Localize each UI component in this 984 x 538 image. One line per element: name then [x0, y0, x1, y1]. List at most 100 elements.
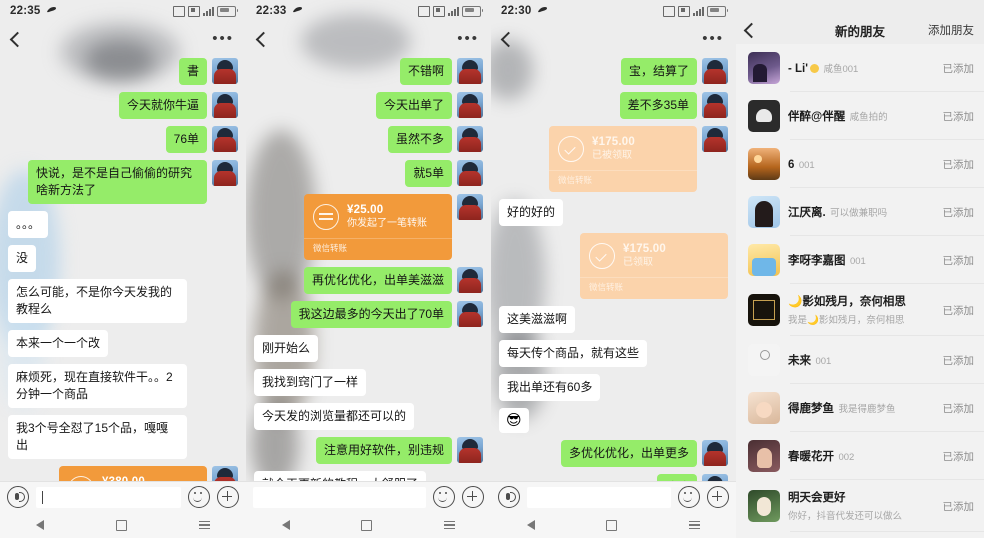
smile-icon[interactable] [188, 486, 210, 508]
avatar[interactable] [457, 301, 483, 327]
avatar[interactable] [748, 52, 780, 84]
contact-name: 李呀李嘉图 [788, 255, 846, 267]
avatar[interactable] [748, 244, 780, 276]
message-list-1[interactable]: 書 今天就你牛逼 76单 快说，是不是自己偷偷的研究啥新方法了 。。。 没 怎么… [0, 56, 246, 484]
contact-desc: 002 [838, 452, 855, 463]
more-dots-icon[interactable]: ••• [457, 31, 479, 46]
status-badge: 已添加 [942, 110, 975, 123]
avatar[interactable] [457, 58, 483, 84]
transfer-card[interactable]: ¥175.00 已领取 微信转账 [580, 233, 728, 299]
list-item[interactable]: 明天会更好 你好，抖音代发还可以做么 已添加 [736, 480, 984, 532]
avatar[interactable] [212, 126, 238, 152]
nav-recents-icon[interactable] [689, 521, 701, 529]
status-time: 22:35 [10, 5, 41, 17]
plus-icon[interactable] [707, 486, 729, 508]
plus-icon[interactable] [217, 486, 239, 508]
message-bubble: 我3个号全怼了15个品，嘎嘎出 [8, 415, 187, 459]
more-dots-icon[interactable]: ••• [212, 31, 234, 46]
transfer-amount: ¥175.00 [623, 243, 666, 255]
message-bubble: 今天发的浏览量都还可以的 [254, 403, 415, 430]
message-input[interactable] [527, 486, 671, 508]
chat-input-bar [246, 481, 491, 512]
contact-name: 得鹿梦鱼 [788, 403, 834, 415]
nav-back-icon[interactable] [526, 520, 535, 530]
sd-icon [188, 5, 200, 17]
avatar[interactable] [457, 194, 483, 220]
avatar[interactable] [748, 196, 780, 228]
nav-home-icon[interactable] [606, 519, 618, 531]
back-chevron-icon[interactable] [9, 31, 26, 47]
chat-panel-1: 22:35 ••• 書 今天就你牛逼 76单 快说，是不是自己偷偷的研究啥新方法… [0, 0, 246, 538]
nav-recents-icon[interactable] [444, 521, 456, 529]
more-dots-icon[interactable]: ••• [702, 31, 724, 46]
avatar[interactable] [748, 148, 780, 180]
status-badge: 已添加 [942, 500, 975, 513]
message-list-2[interactable]: 不错啊 今天出单了 虽然不多 就5单 ¥25.00 你发起了一笔转账 微信转账 … [246, 56, 491, 484]
list-item[interactable]: + 已添加 [736, 532, 984, 538]
contact-desc: 咸鱼拍的 [849, 112, 888, 123]
message-bubble: 76单 [165, 126, 208, 153]
smile-icon[interactable] [433, 486, 455, 508]
avatar[interactable] [748, 440, 780, 472]
avatar[interactable] [702, 126, 728, 152]
smile-icon[interactable] [678, 486, 700, 508]
avatar[interactable] [457, 160, 483, 186]
nav-back-icon[interactable] [36, 520, 44, 530]
alarm-icon [663, 5, 675, 17]
back-chevron-icon[interactable] [255, 31, 272, 47]
signal-icon [203, 6, 214, 16]
list-item[interactable]: 🌙影如残月，奈何相思 我是🌙影如残月，奈何相思 已添加 [736, 284, 984, 336]
message-bubble: 麻烦死，现在直接软件干。。2分钟一个商品 [8, 364, 187, 408]
list-item[interactable]: 伴醉@伴醒 咸鱼拍的 已添加 [736, 92, 984, 140]
chat-input-bar [491, 481, 736, 512]
contact-desc: 001 [849, 256, 866, 267]
avatar[interactable] [702, 58, 728, 84]
status-time: 22:33 [256, 5, 287, 17]
voice-icon[interactable] [7, 486, 29, 508]
list-item[interactable]: 江厌离. 可以做兼职吗 已添加 [736, 188, 984, 236]
avatar[interactable] [702, 92, 728, 118]
mute-icon [46, 5, 57, 17]
list-item[interactable]: - Li' 咸鱼001 已添加 [736, 44, 984, 92]
emoji-message: 😎 [498, 408, 529, 433]
avatar[interactable] [748, 344, 780, 376]
message-bubble: 怎么可能，不是你今天发我的教程么 [8, 279, 187, 323]
avatar[interactable] [457, 92, 483, 118]
message-bubble: 書 [178, 58, 208, 85]
avatar[interactable] [748, 100, 780, 132]
chat-panel-2: 22:33 ••• 不错啊 今天出单了 虽然不多 就5单 ¥25.00 你发起了… [246, 0, 491, 538]
list-item[interactable]: 春暖花开 002 已添加 [736, 432, 984, 480]
chat-nav-bar: ••• [246, 22, 491, 56]
avatar[interactable] [457, 267, 483, 293]
avatar[interactable] [212, 92, 238, 118]
list-item[interactable]: 得鹿梦鱼 我是得鹿梦鱼 已添加 [736, 384, 984, 432]
nav-home-icon[interactable] [116, 519, 127, 531]
contacts-list[interactable]: - Li' 咸鱼001 已添加 伴醉@伴醒 咸鱼拍的 已添加 6 001 已添加… [736, 44, 984, 538]
avatar[interactable] [748, 392, 780, 424]
avatar[interactable] [457, 437, 483, 463]
nav-back-icon[interactable] [281, 520, 290, 530]
nav-home-icon[interactable] [361, 519, 373, 531]
list-item[interactable]: 未来 001 已添加 [736, 336, 984, 384]
transfer-card[interactable]: ¥25.00 你发起了一笔转账 微信转账 [304, 194, 452, 260]
message-input[interactable] [36, 486, 181, 508]
message-list-3[interactable]: 宝，结算了 差不多35单 ¥175.00 已被领取 微信转账 好的好的 ¥175… [491, 56, 736, 484]
avatar[interactable] [212, 58, 238, 84]
list-item[interactable]: 李呀李嘉图 001 已添加 [736, 236, 984, 284]
avatar[interactable] [748, 490, 780, 522]
plus-icon[interactable] [462, 486, 484, 508]
avatar[interactable] [702, 440, 728, 466]
add-friend-button[interactable]: 添加朋友 [928, 22, 974, 38]
avatar[interactable] [212, 160, 238, 186]
voice-icon[interactable] [498, 486, 520, 508]
message-row: 这美滋滋啊 [499, 306, 728, 333]
avatar[interactable] [457, 126, 483, 152]
back-chevron-icon[interactable] [500, 31, 517, 47]
nav-recents-icon[interactable] [199, 521, 210, 529]
message-bubble: 我找到窍门了一样 [254, 369, 367, 396]
contact-name: 🌙影如残月，奈何相思 [788, 296, 906, 308]
message-input[interactable] [253, 486, 426, 508]
list-item[interactable]: 6 001 已添加 [736, 140, 984, 188]
avatar[interactable] [748, 294, 780, 326]
transfer-card[interactable]: ¥175.00 已被领取 微信转账 [549, 126, 697, 192]
